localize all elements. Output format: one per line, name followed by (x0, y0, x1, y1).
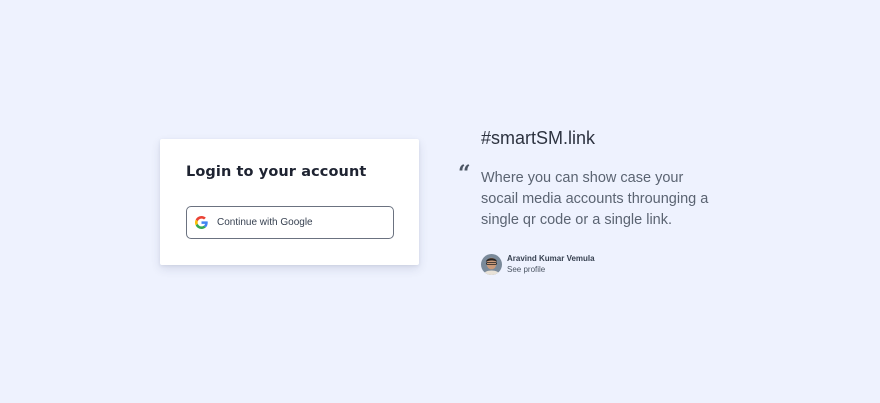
quote-icon: “ (458, 161, 471, 187)
tagline: #smartSM.link (481, 128, 596, 148)
login-card: Login to your account Continue with Goog… (160, 139, 419, 265)
login-title: Login to your account (186, 164, 367, 180)
google-g-icon (195, 216, 208, 229)
google-button-label: Continue with Google (217, 217, 313, 228)
testimonial-quote: Where you can show case your socail medi… (481, 170, 709, 228)
author-name: Aravind Kumar Vemula (507, 254, 595, 263)
avatar (481, 254, 502, 275)
continue-with-google-button[interactable]: Continue with Google (186, 206, 394, 239)
see-profile-link[interactable]: See profile (507, 264, 595, 275)
author-block: Aravind Kumar Vemula See profile (481, 254, 595, 275)
